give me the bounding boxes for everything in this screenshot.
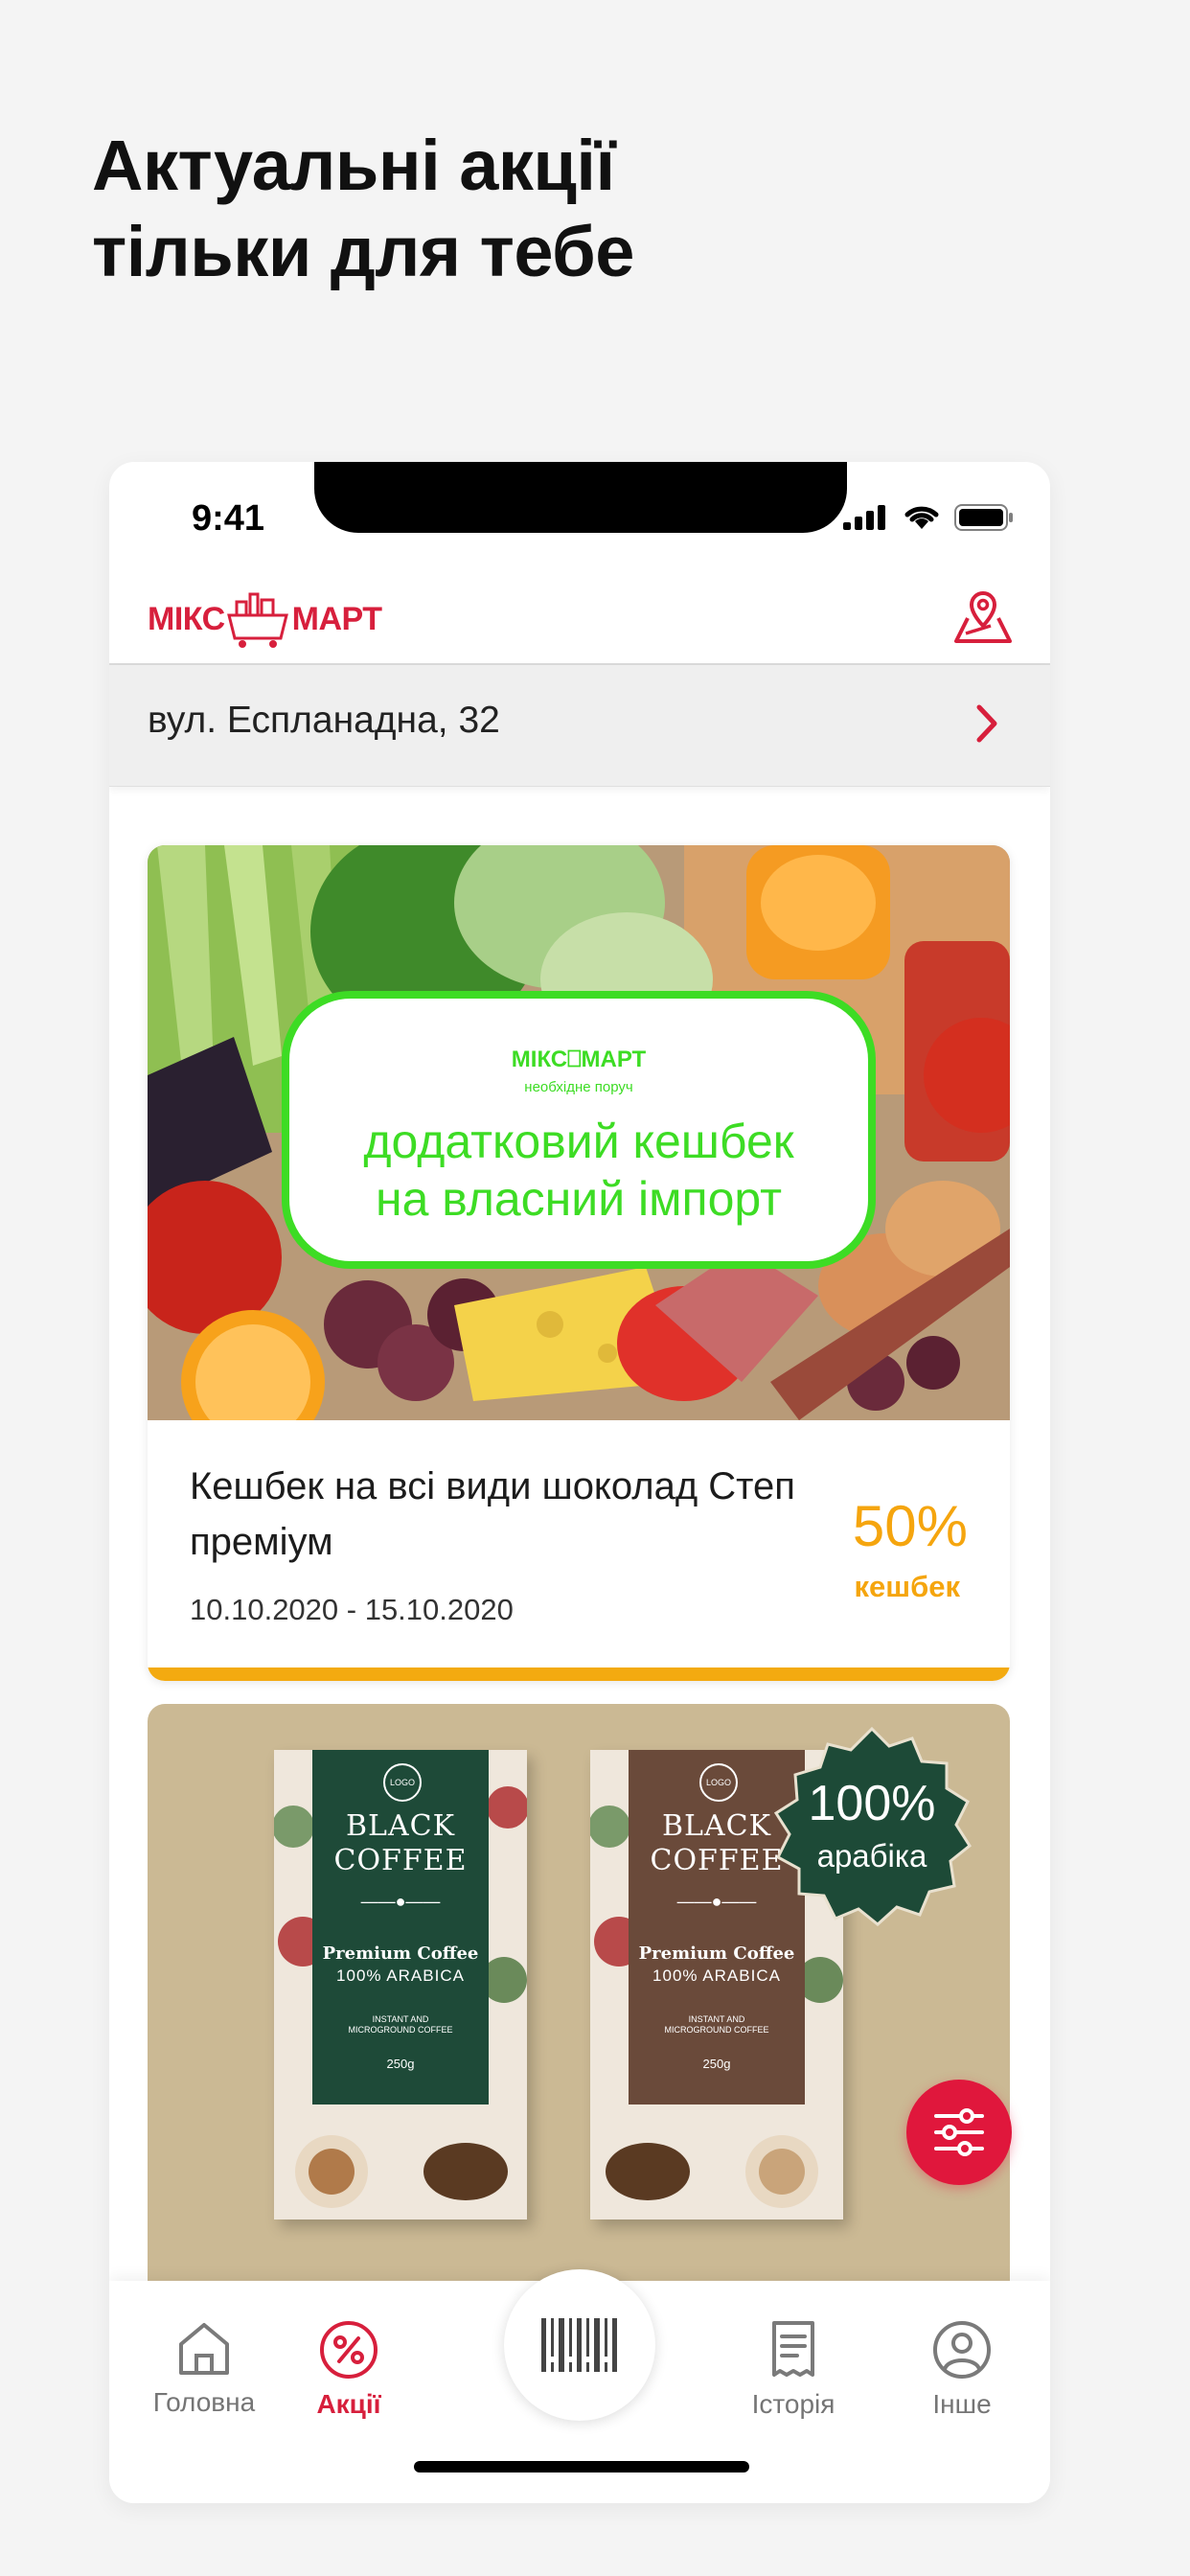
pack-instant: INSTANT AND MICROGROUND COFFEE xyxy=(664,2014,769,2035)
brand-name-right: МАРТ xyxy=(291,600,382,637)
promo-title: Кешбек на всі види шоколад Степ преміум xyxy=(190,1465,795,1563)
battery-icon xyxy=(954,504,1013,531)
store-address-bar[interactable]: вул. Еспланадна, 32 xyxy=(109,665,1050,787)
promo-banner-line-1: додатковий кешбек xyxy=(363,1115,794,1168)
promo-banner-logo: МІКС⎕МАРТ xyxy=(511,1046,647,1072)
store-map-button[interactable] xyxy=(952,586,1014,648)
store-address: вул. Еспланадна, 32 xyxy=(148,700,500,741)
status-icons xyxy=(843,504,1014,531)
brand-name-left: МІКС xyxy=(148,600,225,637)
headline-line-2: тільки для тебе xyxy=(92,212,634,291)
tab-promotions[interactable]: Акції xyxy=(263,2319,435,2420)
promo-banner-image: МІКС⎕МАРТ необхідне поруч додатковий кеш… xyxy=(148,845,1010,1420)
tab-promotions-label: Акції xyxy=(316,2389,381,2419)
tab-more[interactable]: Інше xyxy=(876,2319,1048,2420)
map-pin-icon xyxy=(954,590,1012,643)
home-icon xyxy=(179,2323,229,2375)
arabica-seal-badge: 100% арабіка xyxy=(770,1725,973,1928)
profile-icon xyxy=(933,2321,991,2379)
barcode-icon xyxy=(541,2318,617,2372)
coffee-pack-green: LOGO BLACK COFFEE ——●—— Premium Coffee 1… xyxy=(274,1750,527,2220)
pack-arabica: 100% ARABICA xyxy=(336,1966,465,1985)
pack-logo: LOGO xyxy=(383,1763,422,1802)
pack-logo: LOGO xyxy=(699,1763,738,1802)
promo-accent-strip xyxy=(148,1668,1010,1681)
cashback-percent: 50% xyxy=(852,1494,968,1558)
basket-icon xyxy=(226,592,288,648)
tab-more-label: Інше xyxy=(932,2389,992,2419)
pack-premium: Premium Coffee xyxy=(638,1944,795,1964)
chevron-right-icon xyxy=(976,704,997,743)
signal-icon xyxy=(843,505,885,530)
percent-icon xyxy=(320,2321,378,2379)
pack-title: BLACK COFFEE xyxy=(333,1809,468,1877)
tab-history[interactable]: Історія xyxy=(707,2319,880,2420)
promo-banner-tagline: необхідне поруч xyxy=(524,1079,633,1095)
scan-card-button[interactable] xyxy=(504,2269,655,2421)
wifi-icon xyxy=(904,506,939,529)
page-headline: Актуальні акції тільки для тебе xyxy=(92,123,634,295)
home-indicator xyxy=(414,2461,749,2472)
promo-card-cashback[interactable]: МІКС⎕МАРТ необхідне поруч додатковий кеш… xyxy=(148,845,1010,1681)
pack-premium: Premium Coffee xyxy=(322,1944,479,1964)
phone-frame: 9:41 МІКС МАРТ вул. Еспланадна, 32 МІКС⎕… xyxy=(109,462,1050,2503)
pack-weight: 250g xyxy=(386,2057,415,2071)
brand-logo[interactable]: МІКС МАРТ xyxy=(148,588,382,650)
sliders-icon xyxy=(934,2108,984,2156)
pack-weight: 250g xyxy=(702,2057,731,2071)
receipt-icon xyxy=(772,2321,814,2377)
filter-button[interactable] xyxy=(906,2080,1012,2185)
pack-instant: INSTANT AND MICROGROUND COFFEE xyxy=(348,2014,453,2035)
tab-history-label: Історія xyxy=(751,2389,835,2419)
headline-line-1: Актуальні акції xyxy=(92,126,615,205)
device-notch xyxy=(314,462,847,533)
cashback-label: кешбек xyxy=(854,1570,961,1603)
promo-card-coffee[interactable]: LOGO BLACK COFFEE ——●—— Premium Coffee 1… xyxy=(148,1704,1010,2298)
promo-dates: 10.10.2020 - 15.10.2020 xyxy=(190,1593,514,1626)
seal-percent: 100% xyxy=(808,1776,936,1831)
status-time: 9:41 xyxy=(192,498,265,539)
app-header: МІКС МАРТ xyxy=(109,567,1050,665)
coffee-bean-icon: ——●—— xyxy=(360,1892,441,1911)
coffee-pack-label: LOGO BLACK COFFEE ——●—— Premium Coffee 1… xyxy=(312,1750,489,2104)
seal-label: арабіка xyxy=(816,1838,927,1874)
pack-arabica: 100% ARABICA xyxy=(652,1966,781,1985)
promo-banner-line-2: на власний імпорт xyxy=(375,1172,783,1226)
promo-banner-bubble: МІКС⎕МАРТ необхідне поруч додатковий кеш… xyxy=(282,991,876,1269)
